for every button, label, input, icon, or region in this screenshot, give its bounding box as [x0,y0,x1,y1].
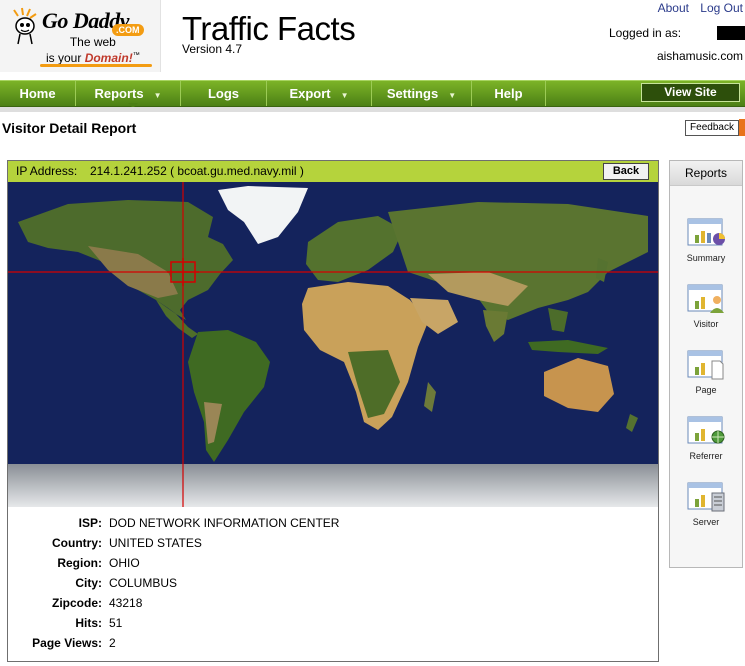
sidebar-item-referrer[interactable]: Referrer [670,415,742,475]
nav-settings[interactable]: Settings ▼ [372,81,472,106]
reports-sidebar: Reports Summary Visitor Page Referrer Se… [669,160,743,568]
logo-com-badge: .COM [112,24,144,36]
detail-row-hits: Hits: 51 [75,616,123,630]
detail-row-zipcode: Zipcode: 43218 [52,596,143,610]
app-version: Version 4.7 [182,42,243,56]
ip-address-bar: IP Address: 214.1.241.252 ( bcoat.gu.med… [8,161,658,182]
nav-home[interactable]: Home [0,81,76,106]
feedback-accent [739,119,745,136]
redacted-username [717,26,745,40]
sidebar-item-label: Referrer [689,451,723,461]
sidebar-item-label: Page [695,385,717,395]
sidebar-item-label: Summary [686,253,726,263]
visitor-report-icon [687,284,724,313]
nav-help[interactable]: Help [472,81,546,106]
world-map [8,182,658,507]
page-title: Visitor Detail Report [2,120,137,136]
detail-row-city: City: COLUMBUS [75,576,178,590]
referrer-report-icon [687,416,725,444]
godaddy-logo[interactable]: Go Daddy .COM The web is your Domain!™ [0,0,161,72]
visitor-detail-panel: IP Address: 214.1.241.252 ( bcoat.gu.med… [7,160,659,662]
chevron-down-icon: ▼ [340,91,349,100]
detail-row-region: Region: OHIO [57,556,140,570]
antarctica [8,464,658,507]
top-links: About Log Out [650,1,743,15]
view-site-button[interactable]: View Site [641,83,740,102]
ip-address-value: 214.1.241.252 ( bcoat.gu.med.navy.mil ) [90,164,304,178]
detail-row-page-views: Page Views: 2 [32,636,116,650]
summary-report-icon [687,218,725,246]
back-button[interactable]: Back [603,163,649,180]
sidebar-item-summary[interactable]: Summary [670,217,742,277]
detail-row-isp: ISP: DOD NETWORK INFORMATION CENTER [78,516,340,530]
nav-export[interactable]: Export ▼ [267,81,372,106]
subnav-bar [0,107,745,112]
detail-row-country: Country: UNITED STATES [52,536,202,550]
page-report-icon [687,350,724,380]
nav-logs[interactable]: Logs [181,81,267,106]
main-nav: Home Reports ▼ Logs Export ▼ Settings ▼ Hel… [0,80,745,107]
site-name: aishamusic.com [656,49,743,63]
sidebar-item-label: Visitor [693,319,719,329]
logo-swoosh [40,64,152,67]
location-marker-icon [167,258,199,286]
sidebar-item-page[interactable]: Page [670,349,742,409]
server-report-icon [687,482,725,512]
sidebar-item-label: Server [692,517,720,527]
header: Go Daddy .COM The web is your Domain!™ T… [0,0,745,78]
feedback-button[interactable]: Feedback [685,120,739,136]
sidebar-item-visitor[interactable]: Visitor [670,283,742,343]
reports-sidebar-title: Reports [670,161,742,186]
chevron-down-icon: ▼ [153,91,162,100]
logout-link[interactable]: Log Out [700,1,743,15]
logo-tagline: The web is your Domain!™ [46,35,140,65]
godaddy-guy-icon [13,7,37,45]
logged-in-label: Logged in as: [609,26,682,40]
sidebar-item-server[interactable]: Server [670,481,742,541]
chevron-down-icon: ▼ [448,91,457,100]
about-link[interactable]: About [658,1,689,15]
ip-address-label: IP Address: [16,164,78,178]
